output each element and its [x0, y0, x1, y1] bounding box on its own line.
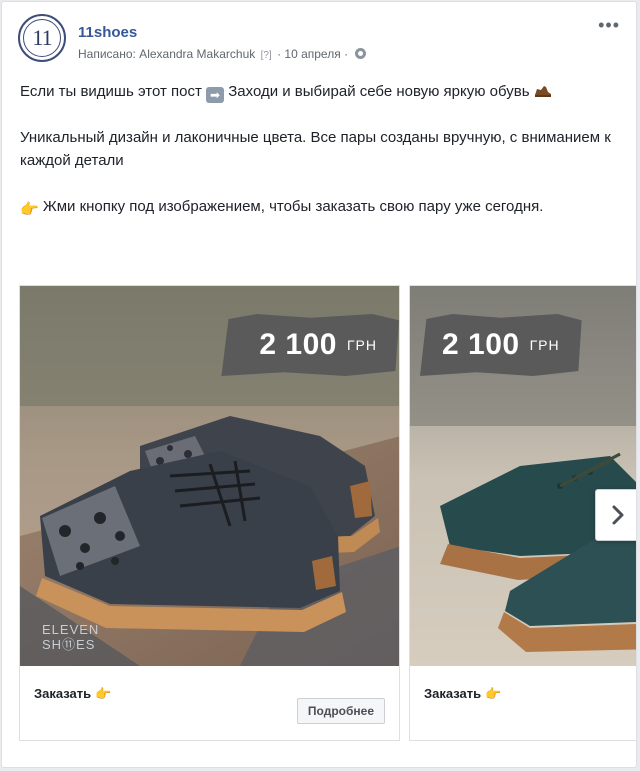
- post-date[interactable]: 10 апреля: [284, 47, 340, 61]
- page-avatar[interactable]: 11: [18, 14, 66, 62]
- pointing-hand-emoji-icon: 👉: [20, 201, 39, 218]
- card-footer: Заказать 👉 Подробнее: [20, 666, 399, 740]
- carousel-card-1[interactable]: 2 100 ГРН ELEVEN SH⑪ES Заказать 👉 Подробн…: [19, 285, 400, 741]
- post-text-segment: Заходи и выбирай себе новую яркую обувь: [228, 83, 530, 100]
- avatar-logo: 11: [23, 19, 61, 57]
- shoe-emoji-icon: [534, 83, 552, 99]
- order-cta-label[interactable]: Заказать 👉: [34, 686, 111, 702]
- chevron-right-icon: [612, 505, 623, 525]
- feed-post: 11 11shoes Написано: Alexandra Makarchuk…: [1, 1, 637, 768]
- arrow-right-emoji-icon: ➡: [206, 87, 225, 103]
- meta-separator: ·: [277, 47, 282, 61]
- carousel-next-button[interactable]: [595, 489, 636, 541]
- price-tag: 2 100 ГРН: [420, 314, 582, 376]
- price-value: 2 100: [259, 328, 337, 361]
- card-footer: Заказать 👉: [410, 666, 636, 740]
- watermark-line: SH⑪ES: [42, 637, 96, 652]
- post-paragraph-2: Уникальный дизайн и лаконичные цвета. Вс…: [20, 129, 611, 169]
- cta-text: Заказать: [34, 686, 92, 701]
- product-carousel: 2 100 ГРН ELEVEN SH⑪ES Заказать 👉 Подробн…: [19, 285, 636, 741]
- product-photo[interactable]: 2 100 ГРН: [410, 286, 636, 666]
- pointing-hand-emoji-icon: 👉: [485, 686, 502, 701]
- post-paragraph-1: Если ты видишь этот пост ➡ Заходи и выби…: [20, 80, 620, 103]
- price-value: 2 100: [442, 328, 520, 361]
- watermark-line: ELEVEN: [42, 622, 100, 637]
- price-currency: ГРН: [529, 337, 560, 353]
- pointing-hand-emoji-icon: 👉: [95, 686, 112, 701]
- post-meta: Написано: Alexandra Makarchuk [?] · 10 а…: [78, 47, 367, 61]
- price-tag: 2 100 ГРН: [221, 314, 399, 376]
- page-name-link[interactable]: 11shoes: [78, 24, 137, 41]
- post-message: Если ты видишь этот пост ➡ Заходи и выби…: [20, 80, 620, 221]
- author-line[interactable]: Написано: Alexandra Makarchuk: [78, 47, 255, 61]
- more-dots-icon[interactable]: •••: [598, 16, 620, 34]
- help-mark[interactable]: [?]: [261, 50, 272, 61]
- post-paragraph-3: 👉 Жми кнопку под изображением, чтобы зак…: [20, 195, 620, 221]
- post-header: 11 11shoes Написано: Alexandra Makarchuk…: [18, 14, 620, 64]
- globe-icon[interactable]: [355, 48, 367, 59]
- learn-more-button[interactable]: Подробнее: [296, 698, 385, 724]
- post-text-segment: Жми кнопку под изображением, чтобы заказ…: [42, 198, 544, 215]
- post-text-segment: Если ты видишь этот пост: [20, 83, 202, 100]
- cta-text: Заказать: [424, 686, 482, 701]
- product-photo[interactable]: 2 100 ГРН ELEVEN SH⑪ES: [20, 286, 399, 666]
- brand-watermark: ELEVEN SH⑪ES: [42, 622, 99, 652]
- meta-separator-2: ·: [344, 47, 349, 61]
- order-cta-label[interactable]: Заказать 👉: [424, 686, 501, 702]
- price-currency: ГРН: [346, 337, 377, 353]
